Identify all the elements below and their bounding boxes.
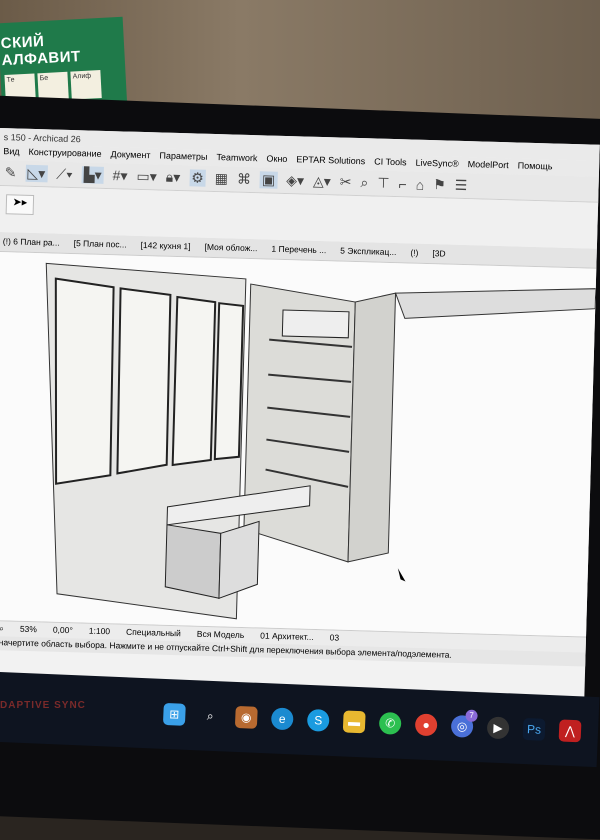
- menu-document[interactable]: Документ: [110, 149, 150, 162]
- cross-icon[interactable]: ⌘: [237, 171, 251, 188]
- messenger-icon[interactable]: ◎ 7: [450, 709, 478, 738]
- menu-modelport[interactable]: ModelPort: [468, 159, 509, 172]
- lock-icon[interactable]: 🔒︎▾: [166, 169, 181, 186]
- flag-icon[interactable]: ⚑: [433, 176, 446, 193]
- tab-3d[interactable]: [3D: [432, 248, 446, 259]
- adaptive-sync-logo: DAPTIVE SYNC: [0, 700, 86, 711]
- notification-badge: 7: [465, 709, 478, 723]
- model-view[interactable]: Вся Модель: [197, 629, 245, 641]
- chrome-icon[interactable]: ●: [414, 713, 438, 737]
- wall-icon[interactable]: ▭▾: [136, 168, 157, 186]
- 3d-view-icon[interactable]: ◈▾: [286, 172, 304, 189]
- magnify-icon[interactable]: ⌕: [360, 174, 368, 191]
- pen-set[interactable]: 01 Архитект...: [260, 630, 314, 642]
- menu-view[interactable]: Вид: [3, 146, 20, 158]
- triangle-ruler-icon[interactable]: ◺▾: [25, 164, 48, 183]
- menu-help[interactable]: Помощь: [518, 160, 553, 173]
- menu-window[interactable]: Окно: [266, 153, 287, 166]
- whatsapp-icon[interactable]: ✆: [378, 711, 402, 735]
- cursor-icon: [397, 568, 406, 582]
- tab-kitchen[interactable]: [142 кухня 1]: [140, 240, 190, 252]
- search-icon[interactable]: ⌕: [199, 704, 222, 727]
- angle-value[interactable]: 0,00°: [53, 625, 73, 637]
- elevation-icon[interactable]: ⊤: [377, 175, 390, 192]
- ceiling-beam: [394, 288, 597, 319]
- menu-teamwork[interactable]: Teamwork: [216, 152, 257, 165]
- menu-livesync[interactable]: LiveSync®: [415, 158, 458, 171]
- list-icon[interactable]: ☰: [455, 177, 468, 194]
- poster-title: СКИЙ АЛФАВИТ: [0, 32, 82, 70]
- drawers: [218, 520, 260, 600]
- menu-design[interactable]: Конструирование: [28, 147, 102, 161]
- desk-side: [164, 524, 222, 599]
- tab-explication[interactable]: 5 Экспликац...: [340, 246, 396, 259]
- acrobat-icon[interactable]: ⋀: [558, 719, 582, 743]
- house-icon[interactable]: ⌂: [416, 176, 425, 192]
- scissors-icon[interactable]: ✂: [340, 174, 352, 191]
- dimension-icon[interactable]: ▦: [215, 170, 229, 187]
- 3d-model: [45, 262, 597, 620]
- corner-icon[interactable]: ⌐: [398, 176, 407, 192]
- zoom-level[interactable]: 53%: [20, 624, 37, 635]
- tab-plan-6[interactable]: (!) 6 План ра...: [3, 236, 60, 249]
- poster-card: Алиф: [70, 70, 102, 100]
- air-conditioner: [281, 309, 350, 339]
- arrow-tool-icon[interactable]: ➤▸: [5, 194, 35, 215]
- pencil-icon[interactable]: ✎: [5, 164, 17, 181]
- circle-triangle-icon[interactable]: ◬▾: [313, 173, 331, 190]
- archicad-window: s 150 - Archicad 26 Вид Конструирование …: [0, 128, 600, 705]
- tab-list[interactable]: 1 Перечень ...: [271, 244, 326, 257]
- windows-start-icon[interactable]: ⊞: [162, 702, 186, 726]
- tab-plan-5[interactable]: [5 План пос...: [74, 238, 127, 250]
- tab-cover[interactable]: [Моя облож...: [204, 242, 257, 254]
- suspend-groups-icon[interactable]: ⚙: [188, 169, 207, 187]
- tab-warning[interactable]: (!): [410, 248, 418, 259]
- column: [347, 292, 397, 563]
- 3d-viewport[interactable]: [0, 251, 597, 637]
- guide-line-icon[interactable]: ⟋▾: [56, 166, 73, 183]
- snap-icon[interactable]: ▙▾: [81, 166, 104, 184]
- dimension-standard[interactable]: 03: [330, 632, 340, 643]
- media-player-icon[interactable]: ▶: [486, 716, 510, 740]
- menu-ci-tools[interactable]: CI Tools: [374, 156, 407, 169]
- menu-options[interactable]: Параметры: [159, 150, 207, 163]
- grid-icon[interactable]: #▾: [112, 167, 127, 184]
- scale-value[interactable]: 1:100: [89, 626, 111, 638]
- photoshop-icon[interactable]: Ps: [522, 717, 546, 741]
- menu-eptar[interactable]: EPTAR Solutions: [296, 154, 365, 168]
- zoom-icon[interactable]: ⌕ ⌕: [0, 623, 4, 634]
- selection-icon[interactable]: ▣: [259, 171, 278, 189]
- skype-icon[interactable]: S: [306, 708, 330, 732]
- edge-icon[interactable]: e: [270, 707, 294, 731]
- folder-icon[interactable]: ▬: [342, 710, 366, 734]
- eye-app-icon[interactable]: ◉: [234, 705, 258, 729]
- layer-combination[interactable]: Специальный: [126, 627, 181, 640]
